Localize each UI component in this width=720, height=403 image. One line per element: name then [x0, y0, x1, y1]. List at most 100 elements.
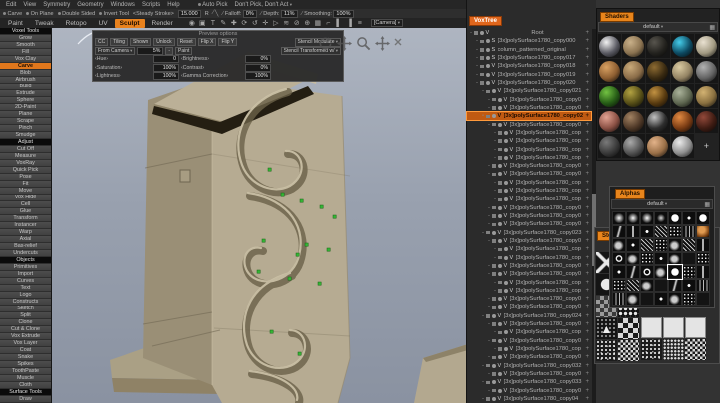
vertex-marker[interactable]	[297, 351, 302, 356]
visibility-toggle-icon[interactable]	[497, 272, 502, 277]
expander-icon[interactable]: -	[494, 188, 496, 194]
voxtree-row[interactable]: - S [3x]polySurface1780_copy000 +	[467, 37, 591, 45]
shader-swatch[interactable]	[646, 109, 670, 133]
expander-icon[interactable]: -	[482, 113, 484, 119]
alpha-swatch[interactable]	[612, 292, 626, 306]
add-child-icon[interactable]: +	[585, 288, 589, 294]
visibility-toggle-icon[interactable]	[503, 147, 508, 152]
voxtree-row[interactable]: - V [3x]polySurface1780_copy019 +	[467, 71, 591, 79]
voxtree-row[interactable]: - V [3x]polySurface1780_copy024 +	[467, 312, 591, 320]
voxtree-row[interactable]: - V [3x]polySurface1780_copy0 +	[467, 337, 591, 345]
shader-swatch[interactable]	[598, 59, 622, 83]
pen-icon[interactable]: ✎	[219, 19, 227, 27]
tool-item-2d-paint[interactable]: 2D-Paint	[0, 104, 51, 112]
tool-item-pinch[interactable]: Pinch	[0, 125, 51, 133]
alpha-swatch[interactable]	[696, 278, 710, 292]
shader-swatch[interactable]	[670, 109, 694, 133]
alpha-swatch[interactable]	[626, 224, 640, 238]
menu-geometry[interactable]: Geometry	[77, 2, 103, 8]
tool-item-instancer[interactable]: Instancer	[0, 222, 51, 230]
add-child-icon[interactable]: +	[585, 230, 589, 236]
visibility-toggle-icon[interactable]	[491, 114, 496, 119]
ghost-toggle-icon[interactable]	[498, 280, 502, 285]
shaders-listview-icon[interactable]: ▦	[707, 24, 717, 31]
alpha-swatch[interactable]	[626, 292, 640, 306]
visibility-toggle-icon[interactable]	[497, 371, 502, 376]
tool-item-toothpaste[interactable]: ToothPaste	[0, 367, 51, 375]
tool-item-scrape[interactable]: Scrape	[0, 118, 51, 126]
ghost-toggle-icon[interactable]	[480, 39, 484, 44]
stencil-swatch[interactable]	[618, 340, 639, 361]
visibility-toggle-icon[interactable]	[503, 139, 508, 144]
ghost-toggle-icon[interactable]	[486, 363, 490, 368]
shader-swatch[interactable]	[622, 59, 646, 83]
auto-pick-toggle[interactable]: Auto Pick	[197, 2, 227, 8]
preview-btn-cc[interactable]: CC	[95, 38, 109, 47]
tool-item-text[interactable]: Text	[0, 284, 51, 292]
expander-icon[interactable]: -	[494, 196, 496, 202]
shader-swatch[interactable]	[646, 59, 670, 83]
expander-icon[interactable]: -	[488, 105, 490, 111]
falloff-curve-icon-0[interactable]: ∕	[213, 10, 214, 17]
alpha-swatch[interactable]	[640, 278, 654, 292]
param-curve-icon[interactable]: ∕	[222, 11, 223, 17]
ghost-toggle-icon[interactable]	[498, 189, 502, 193]
expander-icon[interactable]: -	[494, 147, 496, 153]
waves-icon[interactable]: ≋	[282, 19, 290, 27]
voxtree-row[interactable]: - V [3x]polySurface1780_copy021 +	[467, 87, 591, 95]
stencil-swatch[interactable]	[641, 317, 662, 338]
tab-paint[interactable]: Paint	[3, 19, 28, 28]
add-child-icon[interactable]: +	[585, 346, 589, 352]
expander-icon[interactable]: -	[488, 97, 490, 103]
vertex-marker[interactable]	[317, 281, 322, 286]
move-icon[interactable]: ✛	[261, 19, 269, 27]
expander-icon[interactable]: -	[476, 47, 478, 53]
add-child-icon[interactable]: +	[585, 171, 589, 177]
alpha-swatch[interactable]	[696, 238, 710, 252]
ghost-toggle-icon[interactable]	[492, 388, 496, 393]
expander-icon[interactable]: -	[494, 155, 496, 161]
alpha-swatch[interactable]	[696, 292, 710, 306]
param-value[interactable]: 0%	[242, 9, 257, 18]
grid-icon[interactable]: ▦	[314, 19, 322, 27]
alpha-swatch[interactable]	[626, 278, 640, 292]
alpha-swatch[interactable]	[682, 278, 696, 292]
expander-icon[interactable]: -	[488, 321, 490, 327]
shaders-tab[interactable]: Shaders	[600, 12, 634, 22]
param-curve-icon[interactable]: ∕	[302, 11, 303, 17]
tool-item-bas-relief[interactable]: Bas-relief	[0, 243, 51, 250]
pan-view-icon[interactable]	[337, 36, 352, 51]
ban-icon[interactable]: ⊘	[293, 19, 301, 27]
voxtree-row[interactable]: - V [3x]polySurface1780_copy0 +	[467, 295, 591, 303]
tool-item-voxray[interactable]: VoxRay	[0, 159, 51, 167]
add-child-icon[interactable]: +	[585, 354, 589, 360]
rotate-view-icon[interactable]	[318, 36, 333, 51]
vertex-marker[interactable]	[267, 167, 272, 172]
menu-help[interactable]: Help	[167, 2, 179, 8]
visibility-toggle-icon[interactable]	[491, 396, 496, 401]
add-child-icon[interactable]: +	[585, 147, 589, 153]
alpha-swatch[interactable]	[640, 265, 654, 279]
close-icon[interactable]	[394, 38, 402, 46]
ghost-toggle-icon[interactable]	[498, 289, 502, 293]
shader-swatch[interactable]	[622, 134, 646, 158]
tab-uv[interactable]: UV	[94, 19, 113, 28]
slider-value-contrast[interactable]: 0%	[245, 63, 271, 72]
add-child-icon[interactable]: +	[585, 205, 589, 211]
tool-item-snake[interactable]: Snake	[0, 354, 51, 361]
visibility-toggle-icon[interactable]	[503, 247, 508, 252]
tool-item-transform[interactable]: Transform	[0, 215, 51, 223]
viewport-3d[interactable]: Preview options CC Tiling Shown Unlock Reset…	[52, 28, 468, 403]
camera-dropdown[interactable]: [Camera]	[370, 19, 403, 27]
add-child-icon[interactable]: +	[585, 88, 589, 94]
ghost-toggle-icon[interactable]	[486, 89, 490, 94]
ghost-toggle-icon[interactable]	[492, 355, 496, 360]
voxtree-row[interactable]: - V [3x]polySurface1780_cop +	[467, 137, 591, 145]
visibility-toggle-icon[interactable]	[485, 56, 490, 61]
visibility-toggle-icon[interactable]	[503, 288, 508, 293]
visibility-toggle-icon[interactable]	[497, 305, 502, 310]
stencil-swatch[interactable]	[663, 317, 684, 338]
tool-item-vox-clay[interactable]: Vox Clay	[0, 55, 51, 63]
alpha-swatch[interactable]	[682, 251, 696, 265]
shader-swatch[interactable]	[598, 109, 622, 133]
